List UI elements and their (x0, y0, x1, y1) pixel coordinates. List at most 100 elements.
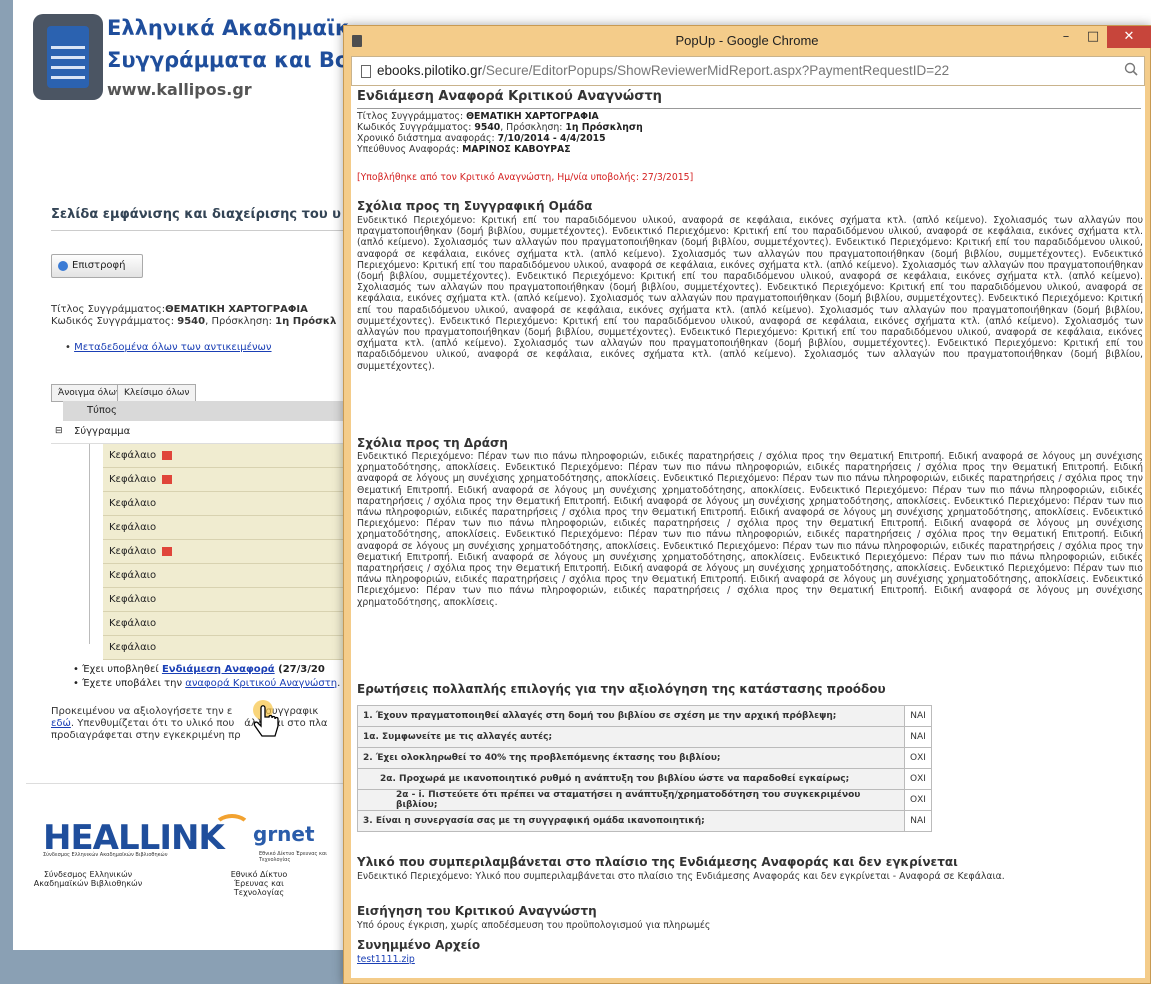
bullet2-prefix: Έχετε υποβάλει την (82, 678, 186, 689)
section-recommendation-title: Εισήγηση του Κριτικού Αναγνώστη (357, 904, 597, 918)
page-heading: Σελίδα εμφάνισης και διαχείρισης του υ (51, 207, 341, 222)
meta-owner-label: Υπεύθυνος Αναφοράς: (357, 144, 463, 155)
bullet1-prefix: Έχει υποβληθεί (82, 664, 162, 675)
section-attachment-title: Συνημμένο Αρχείο (357, 938, 481, 952)
chapter-label: Κεφάλαιο (109, 594, 157, 605)
popup-window: PopUp - Google Chrome – □ ✕ ebooks.pilot… (343, 25, 1151, 984)
meta-period-label: Χρονικό διάστημα αναφοράς: (357, 133, 498, 144)
kallipos-logo (33, 14, 103, 100)
minimize-button[interactable]: – (1053, 29, 1079, 51)
book-code-value: 9540 (177, 316, 206, 327)
grnet-swoosh-icon (213, 814, 251, 842)
question-answer: ΝΑΙ (904, 810, 932, 832)
chapter-label: Κεφάλαιο (109, 546, 157, 557)
flag-icon (162, 474, 173, 484)
chapter-row[interactable]: Κεφάλαιο (103, 612, 349, 636)
chapter-row[interactable]: Κεφάλαιο (103, 564, 349, 588)
url-text[interactable]: ebooks.pilotiko.gr/Secure/EditorPopups/S… (377, 63, 949, 78)
address-bar[interactable]: ebooks.pilotiko.gr/Secure/EditorPopups/S… (351, 56, 1145, 86)
reviewer-report-link[interactable]: αναφορά Κριτικού Αναγνώστη (185, 678, 337, 689)
submission-note: [Υποβλήθηκε από τον Κριτικό Αναγνώστη, Η… (357, 172, 694, 183)
heallink-label: Σύνδεσμος Ελληνικών Ακαδημαϊκών Βιβλιοθηκ… (33, 870, 143, 888)
grnet-logo[interactable]: grnet (253, 822, 315, 846)
interim-report-bullet: • Έχει υποβληθεί Ενδιάμεση Αναφορά (27/3… (73, 664, 325, 675)
grnet-logo-subtitle: Εθνικό Δίκτυο Έρευνας και Τεχνολογίας (259, 851, 327, 863)
chapter-row[interactable]: Κεφάλαιο (103, 492, 349, 516)
footer-divider (26, 783, 349, 784)
chapter-row[interactable]: Κεφάλαιο (103, 516, 349, 540)
chapter-row[interactable]: Κεφάλαιο (103, 588, 349, 612)
question-answer: ΟΧΙ (904, 768, 932, 790)
flag-icon (162, 546, 173, 556)
section-recommendation-text: Υπό όρους έγκριση, χωρίς αποδέσμευση του… (357, 920, 711, 931)
question-row: 1α. Συμφωνείτε με τις αλλαγές αυτές; ΝΑΙ (357, 726, 932, 748)
close-button[interactable]: ✕ (1107, 26, 1151, 48)
question-row: 2α - i. Πιστεύετε ότι πρέπει να σταματήσ… (357, 789, 932, 811)
question-row: 1. Έχουν πραγματοποιηθεί αλλαγές στη δομ… (357, 705, 932, 727)
section-action-text: Ενδεικτικό Περιεχόμενο: Πέραν των πιο πά… (357, 451, 1143, 608)
book-code-label: Κωδικός Συγγράμματος: (51, 316, 178, 327)
tree-root-row[interactable]: ⊟ Σύγγραμμα (51, 422, 349, 444)
close-all-button[interactable]: Κλείσιμο όλων (117, 384, 197, 402)
heallink-logo-subtitle: Σύνδεσμος Ελληνικών Ακαδημαϊκών Βιβλιοθη… (43, 852, 168, 858)
bullet1-suffix: (27/3/20 (274, 664, 325, 675)
question-text: 1. Έχουν πραγματοποιηθεί αλλαγές στη δομ… (357, 705, 905, 727)
question-text: 2α - i. Πιστεύετε ότι πρέπει να σταματήσ… (357, 789, 905, 811)
chapter-label: Κεφάλαιο (109, 450, 157, 461)
maximize-button[interactable]: □ (1080, 29, 1106, 51)
meta-owner-value: ΜΑΡΙΝΟΣ ΚΑΒΟΥΡΑΣ (462, 144, 571, 155)
meta-period-value: 7/10/2014 - 4/4/2015 (497, 133, 606, 144)
collapse-icon[interactable]: ⊟ (55, 426, 63, 436)
interim-report-link[interactable]: Ενδιάμεση Αναφορά (162, 664, 275, 675)
tree-root-label: Σύγγραμμα (74, 426, 131, 437)
question-answer: ΝΑΙ (904, 726, 932, 748)
question-row: 2. Έχει ολοκληρωθεί το 40% της προβλεπόμ… (357, 747, 932, 769)
popup-content: Ενδιάμεση Αναφορά Κριτικού Αναγνώστη Τίτ… (351, 86, 1145, 978)
book-code-info: Κωδικός Συγγράμματος: 9540, Πρόσκληση: 1… (51, 316, 336, 327)
book-title-value: ΘΕΜΑΤΙΚΗ ΧΑΡΤΟΓΡΑΦΙΑ (165, 304, 308, 315)
page-icon (361, 65, 371, 78)
title-divider (357, 108, 1141, 109)
chapter-row[interactable]: Κεφάλαιο (103, 636, 349, 660)
call-value: 1η Πρόσκλ (275, 316, 337, 327)
report-title: Ενδιάμεση Αναφορά Κριτικού Αναγνώστη (357, 89, 662, 104)
section-authors-title: Σχόλια προς τη Συγγραφική Ομάδα (357, 199, 593, 213)
evaluation-paragraph-line-2: εδώ. Υπενθυμίζεται ότι το υλικό που άλλετ… (51, 718, 327, 729)
question-text: 3. Είναι η συνεργασία σας με τη συγγραφι… (357, 810, 905, 832)
chapter-label: Κεφάλαιο (109, 474, 157, 485)
call-label: , Πρόσκληση: (205, 316, 276, 327)
chapter-label: Κεφάλαιο (109, 618, 157, 629)
meta-book-title: Τίτλος Συγγράμματος: ΘΕΜΑΤΙΚΗ ΧΑΡΤΟΓΡΑΦΙ… (357, 111, 599, 122)
book-icon (47, 26, 89, 88)
question-answer: ΝΑΙ (904, 705, 932, 727)
question-answer: ΟΧΙ (904, 789, 932, 811)
meta-call-label: , Πρόσκληση: (500, 122, 566, 133)
column-header-type: Τύπος (63, 401, 349, 421)
meta-call-value: 1η Πρόσκληση (565, 122, 643, 133)
reviewer-report-bullet: • Έχετε υποβάλει την αναφορά Κριτικού Αν… (73, 678, 349, 689)
back-button[interactable]: Επιστροφή (51, 254, 143, 278)
question-answer: ΟΧΙ (904, 747, 932, 769)
heallink-label-line-2: Ακαδημαϊκών Βιβλιοθηκών (33, 879, 143, 888)
site-title-line-1: Ελληνικά Ακαδημαϊκά Η (107, 16, 349, 40)
grnet-label: Εθνικό Δίκτυο Έρευνας και Τεχνολογίας (209, 870, 309, 897)
chapter-row[interactable]: Κεφάλαιο (103, 540, 349, 564)
section-authors-text: Ενδεικτικό Περιεχόμενο: Κριτική επί του … (357, 215, 1143, 372)
window-titlebar[interactable]: PopUp - Google Chrome – □ ✕ (344, 26, 1151, 56)
zoom-icon[interactable] (1124, 62, 1138, 76)
chapter-row[interactable]: Κεφάλαιο (103, 468, 349, 492)
book-title-label: Τίτλος Συγγράμματος: (51, 304, 166, 315)
heallink-label-line-1: Σύνδεσμος Ελληνικών (43, 870, 133, 879)
meta-book-title-label: Τίτλος Συγγράμματος: (357, 111, 467, 122)
attachment-link[interactable]: test1111.zip (357, 954, 415, 965)
url-host: ebooks.pilotiko.gr (377, 63, 483, 78)
site-url[interactable]: www.kallipos.gr (107, 80, 252, 99)
chapter-label: Κεφάλαιο (109, 642, 157, 653)
metadata-link[interactable]: Μεταδεδομένα όλων των αντικειμένων (74, 342, 271, 353)
hand-cursor-icon (253, 700, 279, 737)
chapter-row[interactable]: Κεφάλαιο (103, 444, 349, 468)
book-title-info: Τίτλος Συγγράμματος:ΘΕΜΑΤΙΚΗ ΧΑΡΤΟΓΡΑΦΙΑ (51, 304, 308, 315)
chapter-label: Κεφάλαιο (109, 570, 157, 581)
meta-period: Χρονικό διάστημα αναφοράς: 7/10/2014 - 4… (357, 133, 606, 144)
here-link[interactable]: εδώ (51, 718, 71, 729)
